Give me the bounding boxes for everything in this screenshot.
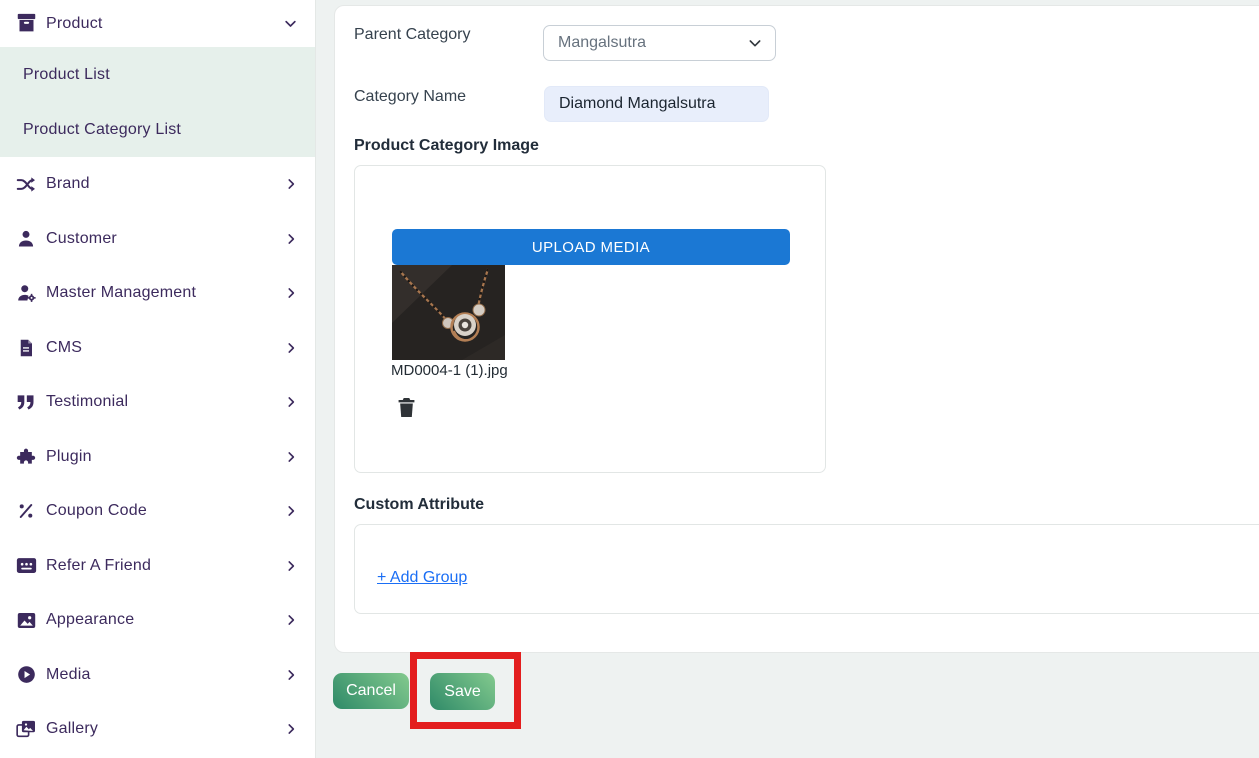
sidebar-item-appearance[interactable]: Appearance (0, 593, 315, 648)
chevron-right-icon (284, 395, 298, 409)
category-name-input[interactable] (544, 86, 769, 122)
sidebar-item-brand[interactable]: Brand (0, 157, 315, 212)
sidebar-item-label: Media (46, 666, 91, 684)
sidebar-item-label: CMS (46, 339, 82, 357)
cancel-button[interactable]: Cancel (333, 673, 409, 709)
sidebar-item-cms[interactable]: CMS (0, 321, 315, 376)
chevron-right-icon (284, 450, 298, 464)
document-icon (14, 336, 38, 360)
sidebar-item-label: Coupon Code (46, 502, 147, 520)
sidebar-item-label: Plugin (46, 448, 92, 466)
percent-icon (14, 499, 38, 523)
sidebar: Product Product List Product Category Li… (0, 0, 316, 758)
media-upload-box: UPLOAD MEDIA MD0004-1 (1).jpg (354, 165, 826, 473)
chevron-right-icon (284, 668, 298, 682)
sidebar-item-label: Master Management (46, 284, 196, 302)
submenu-item-label: Product Category List (23, 121, 181, 139)
chevron-right-icon (284, 341, 298, 355)
submenu-item-label: Product List (23, 66, 110, 84)
chevron-right-icon (284, 177, 298, 191)
parent-category-selected-value: Mangalsutra (558, 34, 646, 52)
sidebar-item-plugin[interactable]: Plugin (0, 430, 315, 485)
uploaded-file-name: MD0004-1 (1).jpg (391, 362, 508, 379)
parent-category-label: Parent Category (354, 26, 471, 44)
sidebar-item-gallery[interactable]: Gallery (0, 702, 315, 757)
product-box-icon (14, 12, 38, 36)
sidebar-item-label: Brand (46, 175, 90, 193)
play-circle-icon (14, 663, 38, 687)
chevron-right-icon (284, 232, 298, 246)
sidebar-item-master-management[interactable]: Master Management (0, 266, 315, 321)
uploaded-image-thumbnail (392, 265, 505, 360)
chevron-right-icon (284, 722, 298, 736)
custom-attribute-title: Custom Attribute (354, 496, 484, 514)
sidebar-item-product-list[interactable]: Product List (0, 47, 315, 102)
gallery-icon (14, 717, 38, 741)
custom-attribute-box: + Add Group (354, 524, 1259, 614)
quote-icon (14, 390, 38, 414)
sidebar-item-label: Gallery (46, 720, 98, 738)
person-gear-icon (14, 281, 38, 305)
chevron-right-icon (284, 286, 298, 300)
sidebar-item-label: Appearance (46, 611, 134, 629)
category-name-label: Category Name (354, 88, 466, 106)
sidebar-item-label: Refer A Friend (46, 557, 151, 575)
sidebar-item-coupon-code[interactable]: Coupon Code (0, 484, 315, 539)
parent-category-select[interactable]: Mangalsutra (543, 25, 776, 61)
sidebar-item-product-category-list[interactable]: Product Category List (0, 102, 315, 157)
sidebar-item-label: Product (46, 15, 103, 33)
chevron-down-icon (747, 35, 763, 51)
category-form-card: Parent Category Mangalsutra Category Nam… (334, 5, 1259, 653)
chevron-down-icon (283, 16, 298, 31)
image-section-title: Product Category Image (354, 137, 539, 155)
puzzle-icon (14, 445, 38, 469)
save-button[interactable]: Save (430, 673, 495, 710)
referral-card-icon (14, 554, 38, 578)
sidebar-item-testimonial[interactable]: Testimonial (0, 375, 315, 430)
chevron-right-icon (284, 559, 298, 573)
sidebar-item-label: Testimonial (46, 393, 128, 411)
chevron-right-icon (284, 504, 298, 518)
sidebar-item-product[interactable]: Product (0, 0, 315, 47)
sidebar-item-customer[interactable]: Customer (0, 212, 315, 267)
sidebar-item-media[interactable]: Media (0, 648, 315, 703)
image-icon (14, 608, 38, 632)
product-submenu: Product List Product Category List (0, 47, 315, 157)
upload-media-button[interactable]: UPLOAD MEDIA (392, 229, 790, 265)
delete-icon[interactable] (394, 397, 418, 421)
person-icon (14, 227, 38, 251)
sidebar-item-label: Customer (46, 230, 117, 248)
add-group-link[interactable]: + Add Group (377, 569, 467, 587)
chevron-right-icon (284, 613, 298, 627)
sidebar-item-refer-a-friend[interactable]: Refer A Friend (0, 539, 315, 594)
shuffle-icon (14, 172, 38, 196)
